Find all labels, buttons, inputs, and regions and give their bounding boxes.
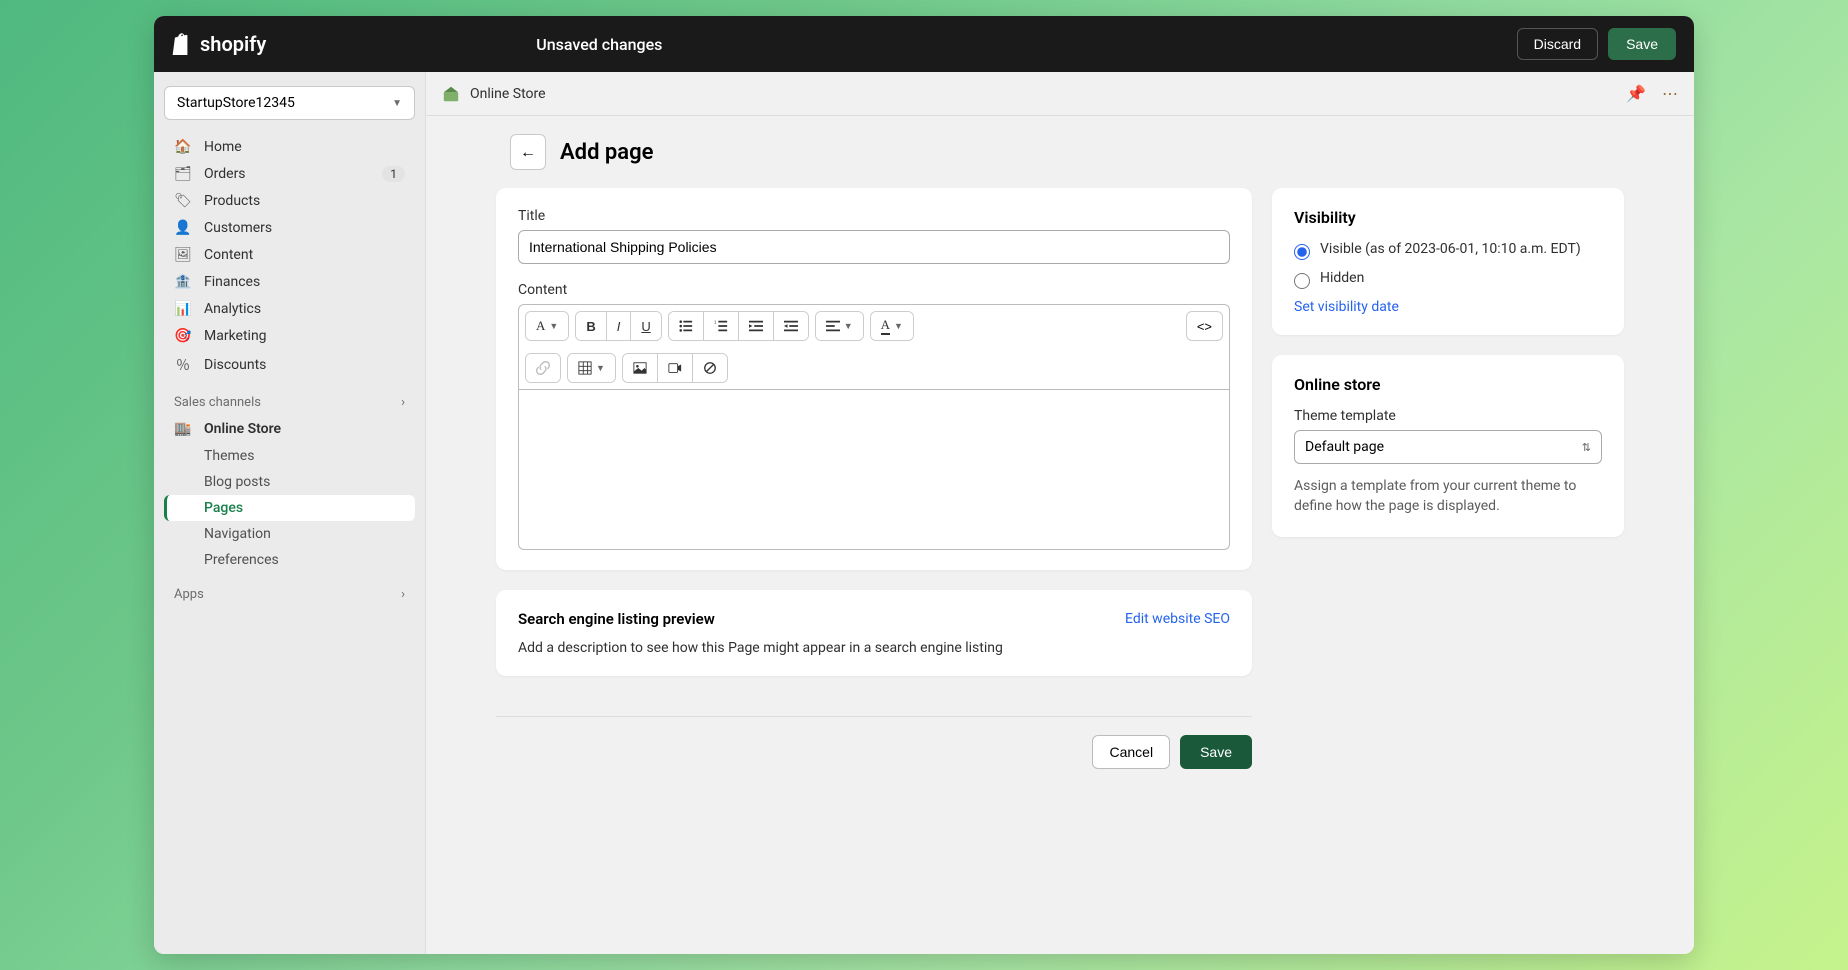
marketing-icon: 🎯: [174, 328, 192, 344]
footer-actions: Cancel Save: [496, 716, 1252, 769]
visibility-hidden-label: Hidden: [1320, 270, 1364, 286]
brand-logo: shopify: [172, 32, 266, 56]
page-form-card: Title Content A▼ B I U: [496, 188, 1252, 570]
store-icon: [442, 85, 460, 103]
nav-customers[interactable]: 👤Customers: [164, 215, 415, 241]
analytics-icon: 📊: [174, 301, 192, 317]
svg-text:1: 1: [714, 319, 717, 324]
nav-content[interactable]: 🖼Content: [164, 242, 415, 268]
store-selector[interactable]: StartupStore12345 ▼: [164, 86, 415, 120]
cancel-button[interactable]: Cancel: [1092, 735, 1170, 769]
orders-badge: 1: [382, 166, 405, 182]
breadcrumb-label[interactable]: Online Store: [470, 86, 546, 102]
visibility-card: Visibility Visible (as of 2023-06-01, 10…: [1272, 188, 1624, 335]
indent-button[interactable]: [774, 312, 808, 340]
outdent-button[interactable]: [739, 312, 774, 340]
chevron-down-icon: ▼: [392, 98, 402, 109]
breadcrumb-bar: Online Store 📌 ⋯: [426, 72, 1694, 116]
visibility-visible-label: Visible (as of 2023-06-01, 10:10 a.m. ED…: [1320, 241, 1581, 257]
section-apps: Apps ›: [164, 573, 415, 608]
visibility-hidden-row[interactable]: Hidden: [1294, 270, 1602, 289]
content-label: Content: [518, 282, 1230, 298]
discounts-icon: ％: [174, 355, 192, 375]
nav-marketing[interactable]: 🎯Marketing: [164, 323, 415, 349]
arrow-left-icon: ←: [520, 142, 536, 162]
select-arrows-icon: ⇅: [1582, 441, 1591, 454]
theme-template-select[interactable]: Default page ⇅: [1294, 430, 1602, 464]
save-button-top[interactable]: Save: [1608, 28, 1676, 60]
pin-icon[interactable]: 📌: [1626, 84, 1646, 103]
nav-discounts[interactable]: ％Discounts: [164, 350, 415, 380]
app-window: shopify Unsaved changes Discard Save Sta…: [154, 16, 1694, 954]
clear-format-button[interactable]: [693, 354, 727, 382]
text-color-button[interactable]: A▼: [871, 312, 913, 340]
store-name: StartupStore12345: [177, 95, 295, 111]
save-button[interactable]: Save: [1180, 735, 1252, 769]
title-input[interactable]: [518, 230, 1230, 264]
section-sales-channels: Sales channels ›: [164, 381, 415, 416]
number-list-button[interactable]: 1: [704, 312, 739, 340]
font-format-button[interactable]: A▼: [526, 312, 568, 340]
theme-template-label: Theme template: [1294, 408, 1602, 424]
sidebar: StartupStore12345 ▼ 🏠Home 🗂Orders1 🏷Prod…: [154, 72, 426, 954]
online-store-heading: Online store: [1294, 375, 1602, 394]
image-button[interactable]: [623, 354, 658, 382]
orders-icon: 🗂: [174, 166, 192, 182]
edit-seo-link[interactable]: Edit website SEO: [1125, 611, 1230, 627]
seo-heading: Search engine listing preview: [518, 610, 715, 628]
editor-toolbar: A▼ B I U 1: [518, 304, 1230, 390]
nav-analytics[interactable]: 📊Analytics: [164, 296, 415, 322]
nav-home[interactable]: 🏠Home: [164, 134, 415, 160]
topbar: shopify Unsaved changes Discard Save: [154, 16, 1694, 72]
title-label: Title: [518, 208, 1230, 224]
link-button[interactable]: [526, 354, 560, 382]
nav-navigation[interactable]: Navigation: [164, 521, 415, 547]
visibility-heading: Visibility: [1294, 208, 1602, 227]
theme-help-text: Assign a template from your current them…: [1294, 476, 1602, 517]
italic-button[interactable]: I: [607, 312, 632, 340]
nav-pages[interactable]: Pages: [164, 495, 415, 521]
content-editor[interactable]: [518, 390, 1230, 550]
nav-blog-posts[interactable]: Blog posts: [164, 469, 415, 495]
bullet-list-button[interactable]: [669, 312, 704, 340]
visibility-visible-row[interactable]: Visible (as of 2023-06-01, 10:10 a.m. ED…: [1294, 241, 1602, 260]
customers-icon: 👤: [174, 220, 192, 236]
chevron-right-icon[interactable]: ›: [401, 587, 405, 602]
underline-button[interactable]: U: [631, 312, 660, 340]
content-icon: 🖼: [174, 247, 192, 263]
more-icon[interactable]: ⋯: [1662, 84, 1678, 103]
set-visibility-date-link[interactable]: Set visibility date: [1294, 299, 1602, 315]
nav-orders[interactable]: 🗂Orders1: [164, 161, 415, 187]
home-icon: 🏠: [174, 139, 192, 155]
video-button[interactable]: [658, 354, 693, 382]
nav-products[interactable]: 🏷Products: [164, 188, 415, 214]
visibility-hidden-radio[interactable]: [1294, 273, 1310, 289]
table-button[interactable]: ▼: [568, 354, 615, 382]
page-title: Add page: [560, 140, 653, 165]
nav-themes[interactable]: Themes: [164, 443, 415, 469]
seo-card: Search engine listing preview Edit websi…: [496, 590, 1252, 676]
nav-finances[interactable]: 🏦Finances: [164, 269, 415, 295]
nav-online-store[interactable]: 🏬Online Store: [164, 416, 415, 442]
seo-description: Add a description to see how this Page m…: [518, 640, 1230, 656]
nav-preferences[interactable]: Preferences: [164, 547, 415, 573]
visibility-visible-radio[interactable]: [1294, 244, 1310, 260]
online-store-card: Online store Theme template Default page…: [1272, 355, 1624, 537]
finances-icon: 🏦: [174, 274, 192, 290]
theme-template-value: Default page: [1305, 439, 1384, 455]
align-button[interactable]: ▼: [816, 312, 863, 340]
products-icon: 🏷: [174, 193, 192, 209]
discard-button[interactable]: Discard: [1517, 28, 1598, 60]
bold-button[interactable]: B: [576, 312, 606, 340]
chevron-right-icon[interactable]: ›: [401, 395, 405, 410]
store-icon: 🏬: [174, 421, 192, 437]
code-view-button[interactable]: <>: [1186, 311, 1223, 341]
back-button[interactable]: ←: [510, 134, 546, 170]
unsaved-changes-label: Unsaved changes: [536, 35, 662, 54]
brand-text: shopify: [200, 32, 266, 56]
